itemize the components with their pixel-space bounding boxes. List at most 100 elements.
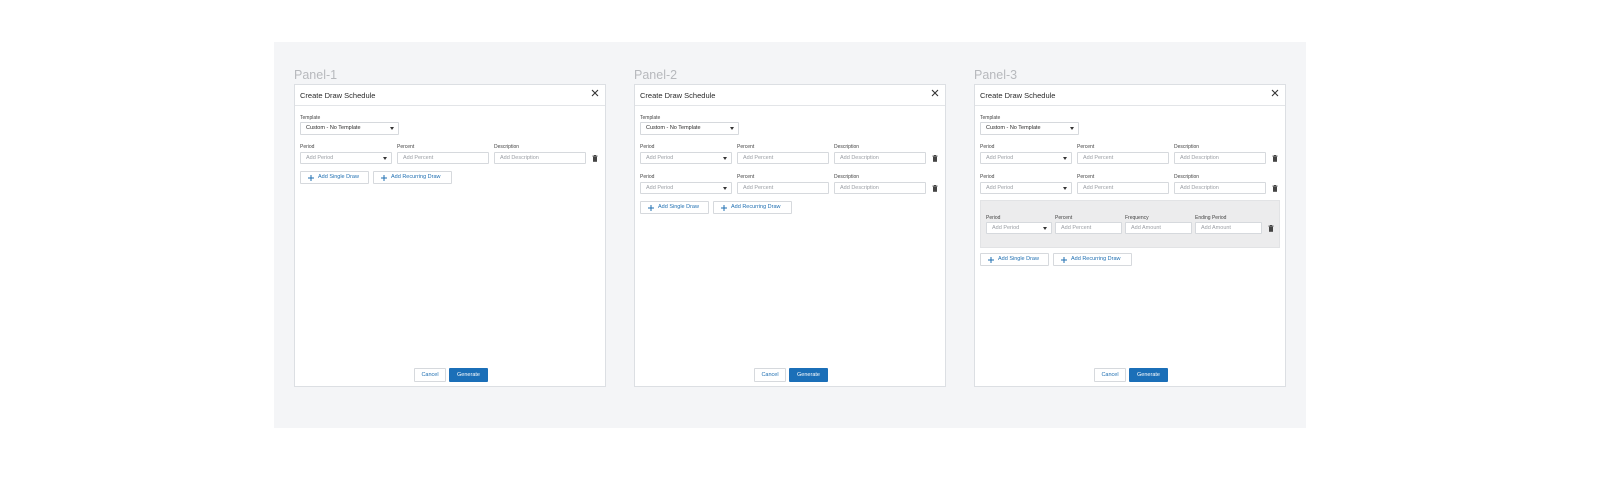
template-select[interactable]: Custom - No Template xyxy=(300,122,399,135)
plus-icon xyxy=(308,174,314,181)
recurring-percent-label: Percent xyxy=(1055,215,1073,221)
template-select[interactable]: Custom - No Template xyxy=(640,122,739,135)
chevron-down-icon xyxy=(730,126,734,130)
cancel-button[interactable]: Cancel xyxy=(754,368,786,382)
recurring-percent-input[interactable]: Add Percent xyxy=(1055,222,1122,234)
description-input[interactable]: Add Description xyxy=(494,152,586,164)
template-select-value: Custom - No Template xyxy=(986,125,1041,131)
add-single-draw-button[interactable]: Add Single Draw xyxy=(300,171,369,184)
create-draw-schedule-dialog: Create Draw Schedule Template Custom - N… xyxy=(634,84,946,387)
add-single-draw-button[interactable]: Add Single Draw xyxy=(640,201,709,214)
description-input[interactable]: Add Description xyxy=(834,182,926,194)
trash-icon[interactable] xyxy=(932,185,938,192)
generate-button[interactable]: Generate xyxy=(789,368,828,382)
add-recurring-draw-button[interactable]: Add Recurring Draw xyxy=(713,201,792,214)
add-single-draw-label: Add Single Draw xyxy=(318,174,359,180)
dialog-header: Create Draw Schedule xyxy=(635,85,945,106)
description-label: Description xyxy=(494,144,520,150)
dialog-title: Create Draw Schedule xyxy=(980,91,1056,100)
trash-icon[interactable] xyxy=(1272,155,1278,162)
create-draw-schedule-dialog: Create Draw Schedule Template Custom - N… xyxy=(974,84,1286,387)
period-select[interactable]: Add Period xyxy=(640,152,732,164)
period-placeholder: Add Period xyxy=(646,185,674,191)
close-icon[interactable] xyxy=(930,88,940,98)
period-label: Period xyxy=(980,174,995,180)
description-placeholder: Add Description xyxy=(500,155,539,161)
add-recurring-draw-button[interactable]: Add Recurring Draw xyxy=(373,171,452,184)
percent-input[interactable]: Add Percent xyxy=(1077,152,1169,164)
percent-input[interactable]: Add Percent xyxy=(737,182,829,194)
percent-placeholder: Add Percent xyxy=(1083,185,1114,191)
generate-button[interactable]: Generate xyxy=(1129,368,1168,382)
panel-label: Panel-3 xyxy=(974,68,1018,82)
panel-label: Panel-1 xyxy=(294,68,338,82)
cancel-button[interactable]: Cancel xyxy=(414,368,446,382)
period-select[interactable]: Add Period xyxy=(640,182,732,194)
recurring-ending-period-placeholder: Add Amount xyxy=(1201,225,1231,231)
chevron-down-icon xyxy=(1070,126,1074,130)
period-label: Period xyxy=(300,144,315,150)
plus-icon xyxy=(721,204,727,211)
period-select[interactable]: Add Period xyxy=(300,152,392,164)
add-single-draw-label: Add Single Draw xyxy=(658,204,699,210)
description-input[interactable]: Add Description xyxy=(834,152,926,164)
dialog-header: Create Draw Schedule xyxy=(295,85,605,106)
recurring-period-select[interactable]: Add Period xyxy=(986,222,1052,234)
plus-icon xyxy=(648,204,654,211)
add-recurring-draw-label: Add Recurring Draw xyxy=(1071,256,1121,262)
percent-label: Percent xyxy=(737,174,755,180)
plus-icon xyxy=(1061,256,1067,263)
chevron-down-icon xyxy=(383,156,387,160)
cancel-button[interactable]: Cancel xyxy=(1094,368,1126,382)
recurring-ending-period-label: Ending Period xyxy=(1195,215,1227,221)
description-placeholder: Add Description xyxy=(1180,155,1219,161)
chevron-down-icon xyxy=(723,186,727,190)
close-icon[interactable] xyxy=(590,88,600,98)
add-single-draw-button[interactable]: Add Single Draw xyxy=(980,253,1049,266)
recurring-frequency-label: Frequency xyxy=(1125,215,1149,221)
period-placeholder: Add Period xyxy=(306,155,334,161)
description-input[interactable]: Add Description xyxy=(1174,182,1266,194)
period-label: Period xyxy=(640,174,655,180)
plus-icon xyxy=(381,174,387,181)
recurring-ending-period-input[interactable]: Add Amount xyxy=(1195,222,1262,234)
period-placeholder: Add Period xyxy=(646,155,674,161)
description-label: Description xyxy=(834,174,860,180)
trash-icon[interactable] xyxy=(1272,185,1278,192)
percent-placeholder: Add Percent xyxy=(1083,155,1114,161)
description-input[interactable]: Add Description xyxy=(1174,152,1266,164)
percent-input[interactable]: Add Percent xyxy=(397,152,489,164)
trash-icon[interactable] xyxy=(932,155,938,162)
recurring-period-label: Period xyxy=(986,215,1001,221)
period-placeholder: Add Period xyxy=(986,185,1014,191)
dialog-header: Create Draw Schedule xyxy=(975,85,1285,106)
percent-input[interactable]: Add Percent xyxy=(737,152,829,164)
template-select-value: Custom - No Template xyxy=(646,125,701,131)
percent-input[interactable]: Add Percent xyxy=(1077,182,1169,194)
template-label: Template xyxy=(300,115,321,121)
trash-icon[interactable] xyxy=(1268,225,1274,232)
chevron-down-icon xyxy=(390,126,394,130)
period-label: Period xyxy=(640,144,655,150)
close-icon[interactable] xyxy=(1270,88,1280,98)
period-select[interactable]: Add Period xyxy=(980,152,1072,164)
period-select[interactable]: Add Period xyxy=(980,182,1072,194)
chevron-down-icon xyxy=(1063,186,1067,190)
chevron-down-icon xyxy=(1063,156,1067,160)
percent-label: Percent xyxy=(397,144,415,150)
add-recurring-draw-label: Add Recurring Draw xyxy=(391,174,441,180)
percent-placeholder: Add Percent xyxy=(743,185,774,191)
period-placeholder: Add Period xyxy=(986,155,1014,161)
percent-label: Percent xyxy=(1077,174,1095,180)
template-select[interactable]: Custom - No Template xyxy=(980,122,1079,135)
recurring-frequency-input[interactable]: Add Amount xyxy=(1125,222,1192,234)
trash-icon[interactable] xyxy=(592,155,598,162)
add-recurring-draw-button[interactable]: Add Recurring Draw xyxy=(1053,253,1132,266)
recurring-period-placeholder: Add Period xyxy=(992,225,1020,231)
percent-placeholder: Add Percent xyxy=(403,155,434,161)
generate-button[interactable]: Generate xyxy=(449,368,488,382)
percent-label: Percent xyxy=(1077,144,1095,150)
description-placeholder: Add Description xyxy=(840,185,879,191)
template-label: Template xyxy=(640,115,661,121)
recurring-draw-group: Period Percent Frequency Ending Period A… xyxy=(980,200,1280,248)
